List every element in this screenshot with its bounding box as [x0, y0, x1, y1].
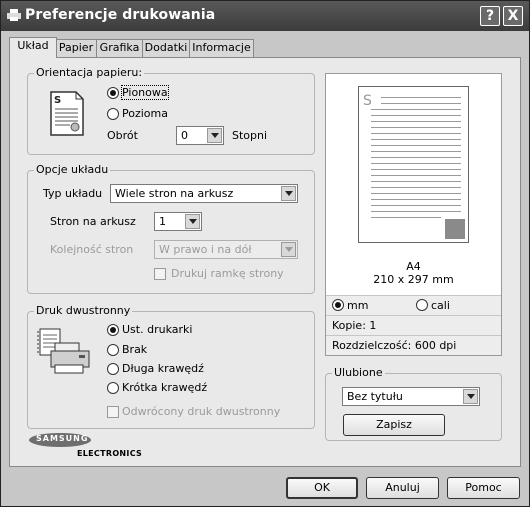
chevron-down-icon: [207, 128, 222, 143]
preview-line: [371, 217, 441, 218]
pages-per-sheet-label: Stron na arkusz: [50, 215, 136, 228]
duplex-none-radio[interactable]: [107, 344, 119, 356]
resolution-row: Rozdzielczość: 600 dpi: [326, 335, 501, 355]
tab-uklad[interactable]: Układ: [9, 37, 57, 58]
page-border-checkbox[interactable]: [154, 268, 166, 280]
reverse-duplex-checkbox[interactable]: [107, 406, 119, 418]
preview-line: [371, 205, 461, 206]
preview-line: [371, 175, 461, 176]
favorites-select[interactable]: Bez tytułu: [342, 387, 480, 406]
cancel-button[interactable]: Anuluj: [366, 477, 439, 499]
chevron-down-icon: [463, 389, 478, 404]
preview-paper-name: A4: [406, 260, 421, 273]
tab-informacje[interactable]: Informacje: [189, 39, 254, 57]
samsung-logo: SAMSUNG: [29, 433, 91, 447]
preview-page-letter: S: [363, 93, 372, 109]
tab-grafika[interactable]: Grafika: [96, 39, 143, 57]
layout-type-label: Typ układu: [43, 187, 103, 200]
layout-type-select-value: Wiele stron na arkusz: [115, 187, 234, 200]
samsung-logo-brand: SAMSUNG: [36, 434, 89, 443]
portrait-label[interactable]: Pionowa: [121, 85, 169, 100]
window-title: Preferencje drukowania: [25, 7, 216, 23]
page-preview-panel: S A4 210 x 297 mm mm cali Kopie: 1 Rozdz…: [325, 73, 502, 356]
tab-papier[interactable]: Papier: [55, 39, 97, 57]
preview-line: [381, 97, 461, 98]
preview-line: [371, 151, 461, 152]
unit-inch-radio[interactable]: [416, 299, 428, 311]
rotation-unit-label: Stopni: [232, 129, 268, 142]
duplex-printer-icon: [37, 328, 90, 374]
pages-per-sheet-value: 1: [159, 215, 166, 228]
landscape-radio[interactable]: [107, 108, 119, 120]
preview-paper-size: 210 x 297 mm: [373, 273, 454, 286]
close-title-button[interactable]: X: [503, 6, 523, 26]
orientation-icon-letter: S: [54, 95, 61, 106]
preview-line: [371, 193, 461, 194]
rotation-label: Obrót: [107, 129, 138, 142]
duplex-group-label: Druk dwustronny: [34, 304, 133, 317]
page-border-label: Drukuj ramkę strony: [171, 267, 284, 280]
chevron-down-icon: [281, 242, 296, 257]
preview-line: [371, 115, 461, 116]
page-order-label: Kolejność stron: [50, 243, 134, 256]
orientation-page-icon: S: [50, 91, 84, 136]
duplex-short-edge-label[interactable]: Krótka krawędź: [122, 381, 207, 394]
copies-row: Kopie: 1: [326, 315, 501, 335]
duplex-none-label[interactable]: Brak: [122, 343, 147, 356]
resolution-text: Rozdzielczość: 600 dpi: [332, 339, 457, 352]
printer-icon: [7, 9, 21, 21]
unit-inch-label[interactable]: cali: [431, 299, 450, 312]
save-favorite-button[interactable]: Zapisz: [343, 414, 445, 436]
layout-options-group-label: Opcje układu: [34, 163, 111, 176]
orientation-group-label: Orientacja papieru:: [34, 66, 145, 79]
tab-dodatki[interactable]: Dodatki: [142, 39, 190, 57]
preview-image-block: [445, 219, 465, 239]
portrait-radio[interactable]: [107, 87, 119, 99]
favorites-group-label: Ulubione: [332, 366, 385, 379]
favorites-select-value: Bez tytułu: [347, 390, 403, 403]
reverse-duplex-label: Odwrócony druk dwustronny: [122, 405, 281, 418]
rotation-select[interactable]: 0: [176, 126, 224, 145]
samsung-logo-sub: ELECTRONICS: [77, 449, 143, 458]
preview-page-thumbnail: S: [358, 86, 469, 243]
preview-line: [371, 109, 461, 110]
preview-line: [371, 145, 461, 146]
duplex-long-edge-radio[interactable]: [107, 363, 119, 375]
title-bar[interactable]: Preferencje drukowania ? X: [1, 1, 529, 31]
duplex-short-edge-radio[interactable]: [107, 382, 119, 394]
preview-line: [371, 163, 461, 164]
pages-per-sheet-select[interactable]: 1: [154, 212, 202, 231]
preview-line: [371, 139, 461, 140]
preview-line: [371, 121, 461, 122]
copies-text: Kopie: 1: [332, 319, 377, 332]
layout-type-select[interactable]: Wiele stron na arkusz: [110, 184, 298, 203]
duplex-printer-default-radio[interactable]: [107, 324, 119, 336]
page-order-value: W prawo i na dół: [159, 243, 252, 256]
unit-mm-radio[interactable]: [332, 299, 344, 311]
duplex-long-edge-label[interactable]: Długa krawędź: [122, 362, 204, 375]
dialog-window: Preferencje drukowania ? X Układ Papier …: [0, 0, 530, 507]
chevron-down-icon: [281, 186, 296, 201]
preview-line: [371, 133, 461, 134]
unit-mm-label[interactable]: mm: [347, 299, 368, 312]
ok-button[interactable]: OK: [286, 477, 358, 499]
help-title-button[interactable]: ?: [480, 6, 500, 26]
preview-line: [371, 187, 461, 188]
preview-line: [371, 199, 461, 200]
preview-line: [371, 169, 461, 170]
preview-line: [371, 181, 461, 182]
landscape-label[interactable]: Pozioma: [122, 107, 168, 120]
preview-line: [371, 157, 461, 158]
page-order-select[interactable]: W prawo i na dół: [154, 240, 298, 259]
rotation-select-value: 0: [181, 129, 188, 142]
units-row: mm cali: [326, 295, 501, 315]
preview-line: [371, 127, 461, 128]
chevron-down-icon: [185, 214, 200, 229]
help-button[interactable]: Pomoc: [447, 477, 520, 499]
preview-line: [381, 103, 461, 104]
duplex-printer-default-label[interactable]: Ust. drukarki: [122, 323, 192, 336]
preview-line: [371, 211, 461, 212]
